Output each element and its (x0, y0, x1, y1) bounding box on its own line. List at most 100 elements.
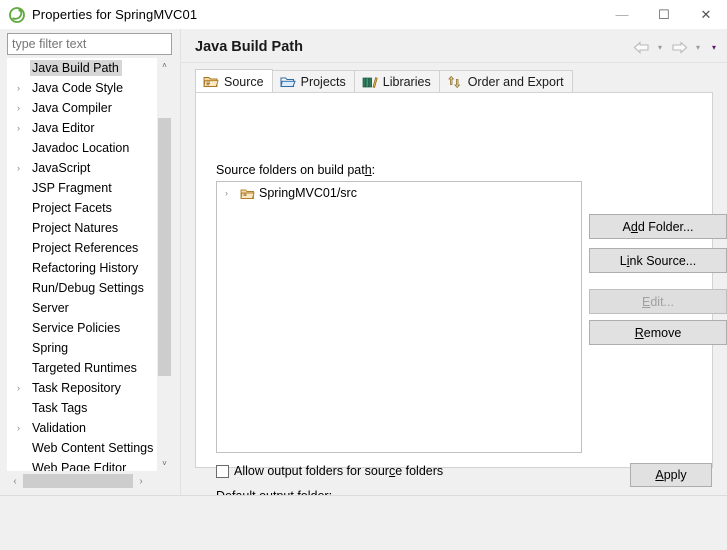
button-label: Edit... (642, 295, 674, 309)
expand-twisty-icon[interactable]: › (17, 103, 30, 113)
expand-twisty-icon[interactable]: › (17, 383, 30, 393)
sidebar-item-task-repository[interactable]: › Task Repository (7, 378, 157, 398)
hscroll-left-icon[interactable]: ‹ (7, 473, 23, 489)
scroll-down-icon[interactable]: ˅ (157, 456, 172, 471)
tab-content-source: Source folders on build path: › SpringMV… (195, 92, 727, 533)
sidebar-item-label: Project Natures (32, 221, 119, 235)
label-pre: Source folders on build pat (216, 163, 365, 177)
allow-output-folders-row[interactable]: Allow output folders for source folders (216, 464, 443, 478)
list-item[interactable]: › SpringMVC01/src (217, 182, 581, 204)
allow-output-folders-checkbox[interactable] (216, 464, 229, 478)
edit-button: Edit... (589, 289, 727, 314)
sidebar-item-label: Java Build Path (30, 60, 122, 76)
tab-label: Libraries (382, 75, 431, 89)
sidebar: Java Build Path›Java Code Style›Java Com… (0, 29, 180, 495)
sidebar-item-label: Task Repository (32, 381, 121, 395)
sidebar-item-service-policies[interactable]: Service Policies (7, 318, 157, 338)
sidebar-item-label: Java Code Style (32, 81, 124, 95)
source-folders-label-text: Source folders on build path: (216, 163, 375, 177)
back-arrow-icon[interactable] (631, 38, 651, 56)
sidebar-item-task-tags[interactable]: Task Tags (7, 398, 157, 418)
hscroll-right-icon[interactable]: › (133, 473, 149, 489)
button-label: Add Folder... (623, 220, 694, 234)
sidebar-item-web-content-settings[interactable]: Web Content Settings (7, 438, 157, 458)
sidebar-item-project-facets[interactable]: Project Facets (7, 198, 157, 218)
tree-horizontal-scrollbar[interactable]: ‹ › (7, 473, 172, 489)
sidebar-item-java-compiler[interactable]: › Java Compiler (7, 98, 157, 118)
source-folder-icon (240, 187, 255, 200)
forward-arrow-icon[interactable] (669, 38, 689, 56)
eclipse-spring-icon (9, 6, 25, 23)
label-post: e folders (395, 464, 444, 478)
sidebar-item-label: Validation (32, 421, 86, 435)
back-dropdown-icon[interactable]: ▾ (653, 38, 667, 56)
tab-source[interactable]: Source (195, 69, 273, 93)
label-mnemonic: d (630, 219, 638, 234)
sidebar-item-java-code-style[interactable]: › Java Code Style (7, 78, 157, 98)
filter-input[interactable] (7, 33, 172, 55)
settings-tree[interactable]: Java Build Path › Java Code Style › Java Com… (7, 58, 172, 471)
sidebar-item-label: Service Policies (32, 321, 121, 335)
label-post: nk Source... (629, 253, 697, 268)
tab-bar: Source Projects Libraries Order and Export (195, 69, 713, 93)
sidebar-item-spring[interactable]: Spring (7, 338, 157, 358)
expand-twisty-icon[interactable]: › (17, 163, 30, 173)
sidebar-item-label: Javadoc Location (32, 141, 130, 155)
sidebar-item-java-build-path[interactable]: Java Build Path (7, 58, 157, 78)
label-mnemonic: h (364, 163, 372, 177)
properties-dialog: Properties for SpringMVC01 — ☐ ✕ Java Bu… (0, 0, 727, 550)
title-divider (181, 62, 727, 63)
apply-button[interactable]: Apply (630, 463, 712, 487)
sidebar-item-label: Project References (32, 241, 139, 255)
sidebar-item-project-natures[interactable]: Project Natures (7, 218, 157, 238)
sidebar-item-validation[interactable]: › Validation (7, 418, 157, 438)
tree-vertical-scrollbar[interactable]: ˄ ˅ (157, 58, 172, 471)
sidebar-item-refactoring-history[interactable]: Refactoring History (7, 258, 157, 278)
tree-scroll-thumb[interactable] (158, 118, 171, 376)
tab-order-and-export[interactable]: Order and Export (438, 70, 573, 93)
sidebar-item-jsp-fragment[interactable]: JSP Fragment (7, 178, 157, 198)
dialog-footer: ? https://blog.csdn.net/qq_42288638 Appl… (0, 496, 727, 550)
button-label: Link Source... (620, 254, 696, 268)
link-source-button[interactable]: Link Source... (589, 248, 727, 273)
forward-dropdown-icon[interactable]: ▾ (691, 38, 705, 56)
minimize-button[interactable]: — (601, 0, 643, 29)
apply-label-rest: pply (663, 468, 687, 482)
expand-twisty-icon[interactable]: › (17, 123, 30, 133)
sidebar-item-label: Project Facets (32, 201, 112, 215)
sidebar-item-server[interactable]: Server (7, 298, 157, 318)
source-folders-label: Source folders on build path: (216, 163, 375, 177)
close-button[interactable]: ✕ (685, 0, 727, 29)
sidebar-item-label: Web Content Settings (32, 441, 154, 455)
sidebar-item-label: JavaScript (32, 161, 91, 175)
expand-twisty-icon[interactable]: › (17, 423, 30, 433)
source-folder-icon (203, 75, 219, 89)
expand-twisty-icon[interactable]: › (17, 83, 30, 93)
sidebar-item-java-editor[interactable]: › Java Editor (7, 118, 157, 138)
sidebar-item-label: Web Page Editor (32, 461, 127, 471)
window-controls: — ☐ ✕ (601, 0, 727, 29)
sidebar-item-web-page-editor[interactable]: Web Page Editor (7, 458, 157, 471)
tab-label: Source (224, 74, 264, 89)
add-folder-button[interactable]: Add Folder... (589, 214, 727, 239)
page-title: Java Build Path (195, 39, 303, 55)
maximize-button[interactable]: ☐ (643, 0, 685, 29)
tab-libraries[interactable]: Libraries (353, 70, 440, 93)
sidebar-item-targeted-runtimes[interactable]: Targeted Runtimes (7, 358, 157, 378)
source-folders-list[interactable]: › SpringMVC01/src (216, 181, 582, 453)
tab-projects[interactable]: Projects (271, 70, 355, 93)
sidebar-item-label: Refactoring History (32, 261, 139, 275)
expand-twisty-icon[interactable]: › (225, 188, 236, 198)
list-item-label: SpringMVC01/src (259, 186, 357, 200)
sidebar-item-run-debug-settings[interactable]: Run/Debug Settings (7, 278, 157, 298)
sidebar-item-project-references[interactable]: Project References (7, 238, 157, 258)
page-menu-icon[interactable]: ▾ (707, 38, 721, 56)
hscroll-thumb[interactable] (23, 474, 133, 488)
remove-button[interactable]: Remove (589, 320, 727, 345)
window-title: Properties for SpringMVC01 (32, 7, 198, 22)
sidebar-item-javascript[interactable]: › JavaScript (7, 158, 157, 178)
label-post: : (371, 163, 376, 177)
sidebar-item-javadoc-location[interactable]: Javadoc Location (7, 138, 157, 158)
scroll-up-icon[interactable]: ˄ (157, 58, 172, 73)
sidebar-item-label: Server (32, 301, 69, 315)
